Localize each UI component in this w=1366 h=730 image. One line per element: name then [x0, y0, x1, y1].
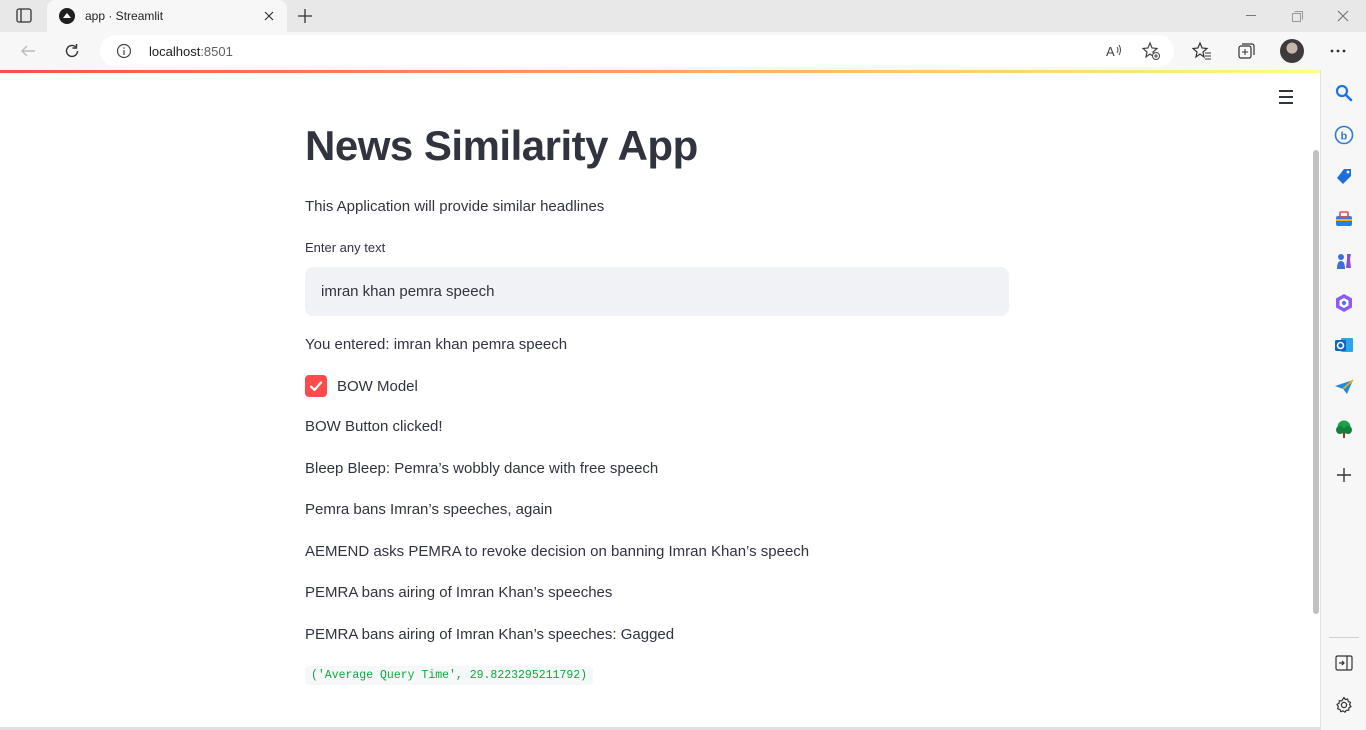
shopping-icon[interactable]	[1332, 165, 1356, 189]
streamlit-favicon-icon	[59, 8, 75, 24]
tab-title: app · Streamlit	[85, 9, 164, 23]
favorites-icon[interactable]	[1190, 39, 1214, 63]
app-description: This Application will provide similar he…	[305, 198, 605, 215]
profile-avatar[interactable]	[1280, 39, 1304, 63]
drop-icon[interactable]	[1332, 375, 1356, 399]
close-window-icon[interactable]	[1320, 4, 1366, 28]
entered-text: You entered: imran khan pemra speech	[305, 336, 568, 353]
browser-tab[interactable]: app · Streamlit	[47, 0, 287, 32]
streamlit-header-decoration	[0, 70, 1320, 73]
text-input-label: Enter any text	[305, 240, 386, 255]
status-text: BOW Button clicked!	[305, 418, 443, 435]
tab-close-icon[interactable]	[257, 4, 281, 28]
new-tab-icon[interactable]	[292, 4, 318, 28]
result-headline: PEMRA bans airing of Imran Khan’s speech…	[305, 584, 613, 601]
tools-icon[interactable]	[1332, 207, 1356, 231]
sidebar-divider	[1329, 637, 1359, 638]
edge-sidebar: b	[1320, 70, 1366, 730]
page-scrollbar[interactable]	[1313, 150, 1319, 614]
address-bar[interactable]: localhost:8501 A	[100, 35, 1174, 67]
restore-icon[interactable]	[1274, 4, 1320, 28]
result-headline: Bleep Bleep: Pemra’s wobbly dance with f…	[305, 460, 659, 477]
result-headline: AEMEND asks PEMRA to revoke decision on …	[305, 543, 810, 560]
result-headline: Pemra bans Imran’s speeches, again	[305, 501, 553, 518]
url-text: localhost:8501	[149, 44, 233, 59]
bing-chat-icon[interactable]: b	[1332, 123, 1356, 147]
page-title: News Similarity App	[305, 122, 698, 169]
bow-model-checkbox[interactable]: BOW Model	[305, 375, 418, 397]
settings-icon[interactable]	[1332, 693, 1356, 717]
checkbox-checked-icon[interactable]	[305, 375, 327, 397]
hamburger-menu-icon[interactable]	[1274, 87, 1298, 107]
office-icon[interactable]	[1332, 291, 1356, 315]
minimize-icon[interactable]	[1228, 4, 1274, 28]
svg-text:A: A	[1106, 44, 1115, 59]
read-aloud-icon[interactable]: A	[1104, 41, 1124, 61]
back-icon[interactable]	[14, 37, 42, 65]
browser-toolbar: localhost:8501 A	[0, 32, 1366, 70]
collections-icon[interactable]	[1234, 39, 1258, 63]
outlook-icon[interactable]	[1332, 333, 1356, 357]
games-icon[interactable]	[1332, 249, 1356, 273]
browser-tab-bar: app · Streamlit	[0, 0, 1366, 32]
site-info-icon[interactable]	[116, 43, 132, 59]
settings-menu-icon[interactable]	[1326, 39, 1350, 63]
svg-text:b: b	[1341, 131, 1348, 143]
result-headline: PEMRA bans airing of Imran Khan’s speech…	[305, 626, 675, 643]
split-screen-icon[interactable]	[1332, 651, 1356, 675]
tab-actions-icon[interactable]	[12, 6, 36, 26]
tree-icon[interactable]	[1332, 417, 1356, 441]
search-text-input[interactable]	[305, 267, 1009, 316]
page-viewport: News Similarity App This Application wil…	[0, 70, 1320, 730]
search-icon[interactable]	[1332, 81, 1356, 105]
checkbox-label: BOW Model	[337, 377, 418, 395]
average-query-time-code: ('Average Query Time', 29.8223295211792)	[305, 666, 594, 685]
refresh-icon[interactable]	[58, 37, 86, 65]
add-favorite-icon[interactable]	[1141, 41, 1161, 61]
add-icon[interactable]	[1332, 463, 1356, 487]
